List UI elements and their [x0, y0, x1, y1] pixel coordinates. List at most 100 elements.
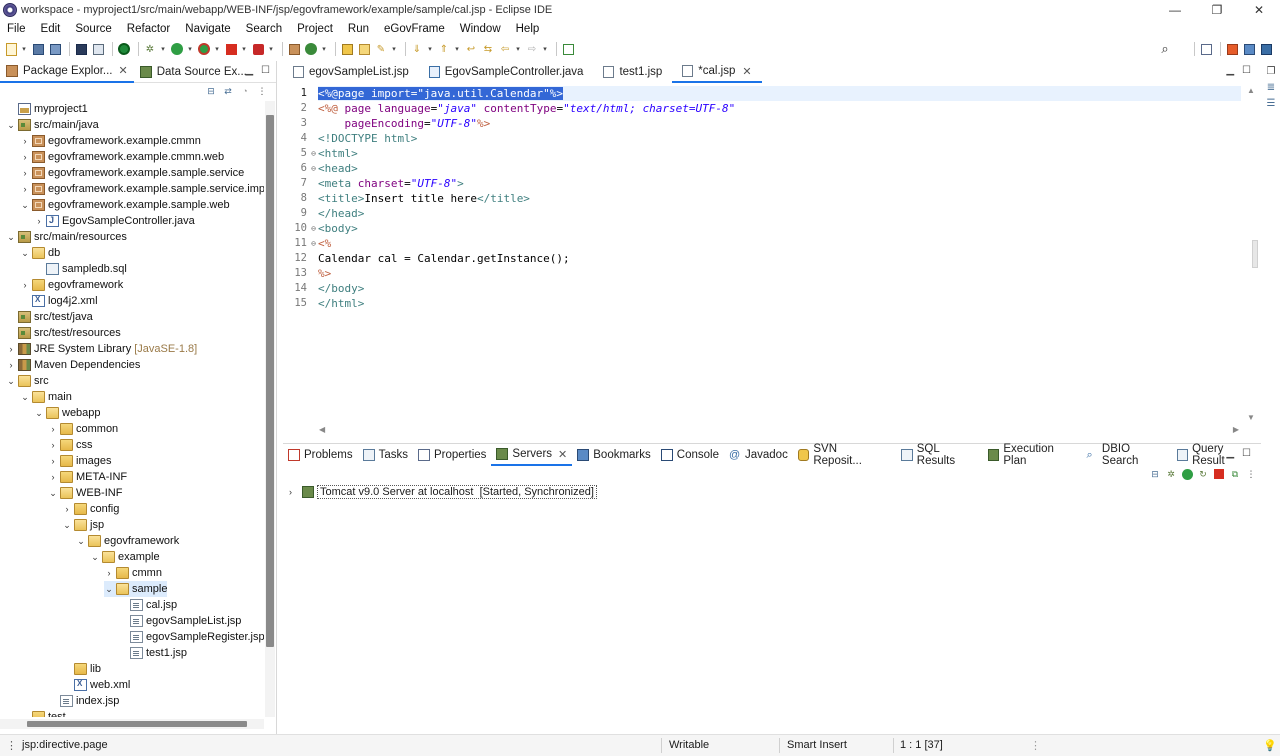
chevron-right-icon[interactable]: ›	[48, 440, 58, 450]
external-tools-dropdown-icon[interactable]: ▾	[268, 42, 274, 56]
restore-button[interactable]: ❐	[1196, 0, 1238, 20]
publish-icon[interactable]: ⧉	[1229, 468, 1241, 480]
chevron-right-icon[interactable]: ›	[34, 216, 44, 226]
code-line[interactable]: %>	[318, 266, 331, 281]
search-tool-dropdown-icon[interactable]: ▾	[391, 42, 397, 56]
collapse-all-icon[interactable]: ⊟	[205, 85, 217, 97]
chevron-right-icon[interactable]: ›	[20, 152, 30, 162]
java-perspective-icon[interactable]	[1242, 42, 1256, 56]
tree-item[interactable]: ⌄ src/main/java	[6, 117, 99, 133]
server-label[interactable]: Tomcat v9.0 Server at localhost [Started…	[317, 485, 597, 499]
lightbulb-icon[interactable]: 💡	[1263, 739, 1277, 752]
code-line[interactable]: </html>	[318, 296, 364, 311]
profile-server-icon[interactable]: ↻	[1197, 468, 1209, 480]
tree-item[interactable]: ⌄ egovframework	[76, 533, 179, 549]
chevron-right-icon[interactable]: ›	[20, 280, 30, 290]
open-perspective-icon[interactable]	[1199, 42, 1213, 56]
menu-project[interactable]: Project	[297, 23, 333, 35]
code-line[interactable]: <!DOCTYPE html>	[318, 131, 417, 146]
new-dropdown-icon[interactable]: ▾	[21, 42, 27, 56]
code-line[interactable]: <%@page import="java.util.Calendar"%>	[318, 86, 1241, 101]
scroll-thumb[interactable]	[27, 721, 247, 727]
chevron-down-icon[interactable]: ⌄	[62, 520, 72, 531]
tab-bookmarks[interactable]: Bookmarks	[572, 444, 656, 466]
tree-item[interactable]: › EgovSampleController.java	[34, 213, 195, 229]
code-line[interactable]: <title>Insert title here</title>	[318, 191, 530, 206]
tree-item[interactable]: sampledb.sql	[34, 261, 127, 277]
tree-item[interactable]: › Maven Dependencies	[6, 357, 140, 373]
tree-item[interactable]: ⌄ jsp	[62, 517, 104, 533]
editor-tab-test1[interactable]: test1.jsp	[593, 61, 672, 83]
menu-help[interactable]: Help	[516, 23, 540, 35]
restore-icon[interactable]: ❐	[1265, 65, 1277, 77]
search-tool-icon[interactable]: ✎	[374, 42, 388, 56]
next-annotation-dropdown-icon[interactable]: ▾	[427, 42, 433, 56]
chevron-down-icon[interactable]: ⌄	[76, 536, 86, 547]
view-menu-icon[interactable]: ⋮	[256, 85, 268, 97]
chevron-down-icon[interactable]: ⌄	[90, 552, 100, 563]
code-line[interactable]: <body>	[318, 221, 358, 236]
back-history-icon[interactable]: ⇆	[481, 42, 495, 56]
menu-file[interactable]: File	[7, 23, 26, 35]
tree-item[interactable]: › egovframework.example.cmmn.web	[20, 149, 224, 165]
tree-item[interactable]: › egovframework.example.sample.service	[20, 165, 244, 181]
tab-properties[interactable]: Properties	[413, 444, 491, 466]
debug-dropdown-icon[interactable]: ▾	[160, 42, 166, 56]
tree-item[interactable]: ⌄ example	[90, 549, 160, 565]
open-resource-icon[interactable]	[357, 42, 371, 56]
code-line[interactable]: <html>	[318, 146, 358, 161]
menu-search[interactable]: Search	[246, 23, 282, 35]
tab-dbio-search[interactable]: ⌕ DBIO Search	[1081, 443, 1171, 467]
scroll-right-icon[interactable]: ▶	[1233, 425, 1239, 434]
menu-edit[interactable]: Edit	[41, 23, 61, 35]
tree-item[interactable]: ⌄ main	[20, 389, 72, 405]
tree-item[interactable]: › cmmn	[104, 565, 162, 581]
tree-item[interactable]: ⌄ db	[20, 245, 60, 261]
chevron-right-icon[interactable]: ›	[48, 456, 58, 466]
code-line[interactable]: Calendar cal = Calendar.getInstance();	[318, 251, 570, 266]
minimize-icon[interactable]: ▁	[1226, 448, 1234, 459]
tree-item[interactable]: src/test/java	[6, 309, 93, 325]
chevron-down-icon[interactable]: ⌄	[20, 248, 30, 259]
next-annotation-icon[interactable]: ⇓	[410, 42, 424, 56]
menu-window[interactable]: Window	[460, 23, 501, 35]
code-line[interactable]: <%@ page language="java" contentType="te…	[318, 101, 735, 116]
back-icon[interactable]: ⇦	[498, 42, 512, 56]
tree-item[interactable]: cal.jsp	[118, 597, 177, 613]
chevron-down-icon[interactable]: ⌄	[6, 376, 16, 387]
egov-perspective-icon[interactable]	[1259, 42, 1273, 56]
tree-item[interactable]: ⌄ WEB-INF	[48, 485, 122, 501]
scroll-left-icon[interactable]: ◀	[319, 425, 325, 434]
tab-package-explorer[interactable]: Package Explor... ✕	[0, 61, 134, 83]
new-class-icon[interactable]	[304, 42, 318, 56]
stop-dropdown-icon[interactable]: ▾	[241, 42, 247, 56]
tab-data-source-explorer[interactable]: Data Source Ex...	[134, 61, 253, 83]
chevron-down-icon[interactable]: ⌄	[20, 392, 30, 403]
tree-item[interactable]: › images	[48, 453, 111, 469]
chevron-right-icon[interactable]: ›	[20, 168, 30, 178]
chevron-right-icon[interactable]: ›	[20, 184, 30, 194]
menu-refactor[interactable]: Refactor	[127, 23, 170, 35]
code-line[interactable]: </body>	[318, 281, 364, 296]
view-menu-icon[interactable]: ⋮	[1245, 468, 1257, 480]
focus-icon[interactable]: ◔	[239, 85, 251, 97]
tree-item[interactable]: test1.jsp	[118, 645, 187, 661]
external-tools-icon[interactable]	[251, 42, 265, 56]
tree-item[interactable]: › META-INF	[48, 469, 127, 485]
stop-icon[interactable]	[224, 42, 238, 56]
previous-annotation-icon[interactable]: ⇑	[437, 42, 451, 56]
editor-tab-egovsamplelist[interactable]: egovSampleList.jsp	[283, 61, 419, 83]
run-icon[interactable]	[170, 42, 184, 56]
chevron-right-icon[interactable]: ›	[20, 136, 30, 146]
tree-item[interactable]: › egovframework.example.cmmn	[20, 133, 201, 149]
chevron-right-icon[interactable]: ›	[6, 344, 16, 354]
chevron-right-icon[interactable]: ›	[62, 504, 72, 514]
code-line[interactable]: <head>	[318, 161, 358, 176]
tab-execution-plan[interactable]: Execution Plan	[983, 443, 1082, 467]
new-package-icon[interactable]	[287, 42, 301, 56]
run-dropdown-icon[interactable]: ▾	[187, 42, 193, 56]
last-edit-location-icon[interactable]: ↩	[464, 42, 478, 56]
tree-item[interactable]: ⌄ src	[6, 373, 49, 389]
tree-item[interactable]: test	[20, 709, 66, 717]
menu-source[interactable]: Source	[75, 23, 111, 35]
